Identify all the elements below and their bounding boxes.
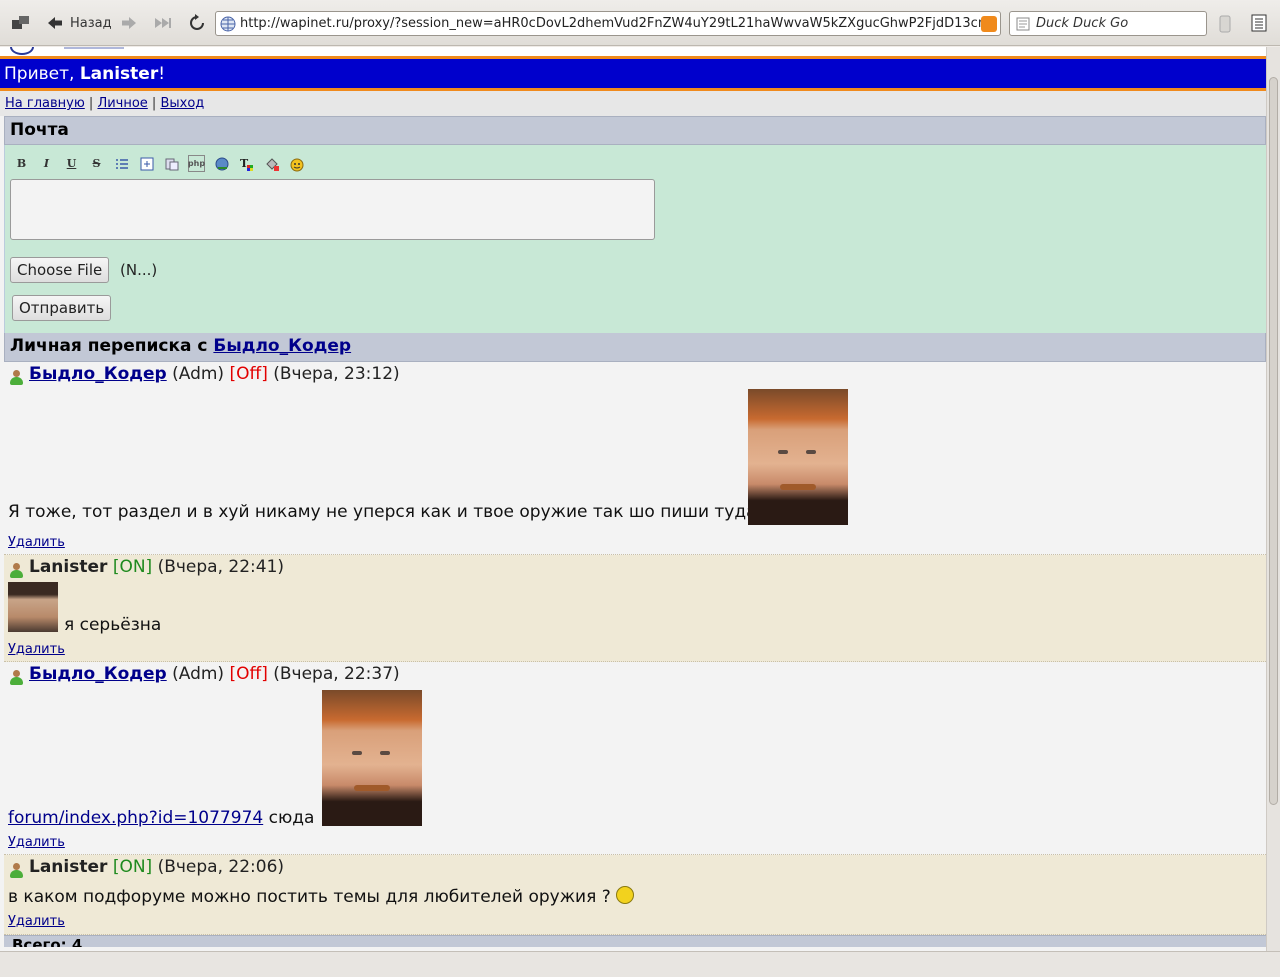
reload-icon[interactable] <box>186 12 208 34</box>
nav-logout-link[interactable]: Выход <box>160 96 204 111</box>
url-icon[interactable] <box>213 155 230 172</box>
greeting-bar: Привет, Lanister! <box>0 59 1266 91</box>
status-bar <box>0 951 1280 977</box>
message-author: Lanister <box>29 557 108 577</box>
message-status: [Off] <box>229 664 268 684</box>
message-text: в каком подфоруме можно постить темы для… <box>8 887 611 907</box>
underline-icon[interactable]: U <box>63 155 80 172</box>
nav-personal-link[interactable]: Личное <box>97 96 147 111</box>
message-item: Lanister [ON] (Вчера, 22:06) в каком под… <box>4 855 1266 935</box>
back-label: Назад <box>70 15 112 31</box>
message-body: forum/index.php?id=1077974 сюда <box>8 807 314 829</box>
search-bar[interactable]: Duck Duck Go <box>1009 11 1207 36</box>
delete-link[interactable]: Удалить <box>8 834 65 852</box>
tabs-menu-icon[interactable] <box>10 12 32 34</box>
forward-icon[interactable] <box>118 12 140 34</box>
message-time: (Вчера, 22:06) <box>157 857 285 877</box>
mail-form: B I U S php T Choose File (N...) Отправи… <box>4 145 1266 333</box>
vertical-scrollbar[interactable] <box>1266 47 1280 951</box>
message-photo[interactable] <box>748 389 848 525</box>
user-icon <box>8 669 25 686</box>
message-item: Быдло_Кодер (Adm) [Off] (Вчера, 22:37) f… <box>4 662 1266 855</box>
bold-icon[interactable]: B <box>13 155 30 172</box>
message-item: Lanister [ON] (Вчера, 22:41) я серьёзна … <box>4 555 1266 662</box>
strike-icon[interactable]: S <box>88 155 105 172</box>
text-color-icon[interactable]: T <box>238 155 255 172</box>
message-item: Быдло_Кодер (Adm) [Off] (Вчера, 23:12) Я… <box>4 362 1266 555</box>
nav-links: На главную | Личное | Выход <box>0 91 1266 116</box>
bg-color-icon[interactable] <box>263 155 280 172</box>
list-icon[interactable] <box>113 155 130 172</box>
page-viewport: Привет, Lanister! На главную | Личное | … <box>0 47 1266 951</box>
file-none-label: (N...) <box>120 261 158 279</box>
greeting-prefix: Привет, <box>4 64 80 84</box>
message-header: Lanister [ON] (Вчера, 22:06) <box>8 855 1266 879</box>
message-author: Lanister <box>29 857 108 877</box>
menu-icon[interactable] <box>1248 12 1270 34</box>
trash-icon[interactable] <box>1214 12 1236 34</box>
message-body: Я тоже, тот раздел и в хуй никаму не упе… <box>8 501 757 523</box>
message-role: (Adm) <box>172 364 225 384</box>
delete-link[interactable]: Удалить <box>8 641 65 659</box>
message-photo[interactable] <box>322 690 422 826</box>
user-icon <box>8 369 25 386</box>
user-avatar[interactable] <box>8 582 58 632</box>
editor-toolbar: B I U S php T <box>13 155 305 172</box>
message-time: (Вчера, 22:41) <box>157 557 285 577</box>
conversation-title: Личная переписка с Быдло_Кодер <box>4 333 1266 362</box>
mail-title: Почта <box>4 116 1266 145</box>
fast-forward-icon[interactable] <box>152 12 174 34</box>
message-status: [Off] <box>229 364 268 384</box>
search-placeholder: Duck Duck Go <box>1036 16 1129 31</box>
scroll-thumb[interactable] <box>1269 77 1278 805</box>
spoiler-icon[interactable] <box>138 155 155 172</box>
message-author-link[interactable]: Быдло_Кодер <box>29 362 167 386</box>
user-icon <box>8 862 25 879</box>
message-header: Lanister [ON] (Вчера, 22:41) <box>8 555 1266 579</box>
message-author-link[interactable]: Быдло_Кодер <box>29 662 167 686</box>
forum-link[interactable]: forum/index.php?id=1077974 <box>8 808 263 828</box>
italic-icon[interactable]: I <box>38 155 55 172</box>
back-button[interactable]: Назад <box>46 9 112 37</box>
site-logo-strip <box>0 47 1266 59</box>
site-logo-text <box>64 47 124 49</box>
message-role: (Adm) <box>172 664 225 684</box>
message-text: сюда <box>263 808 315 828</box>
send-button[interactable]: Отправить <box>12 295 112 321</box>
message-status: [ON] <box>112 857 153 877</box>
delete-link[interactable]: Удалить <box>8 534 65 552</box>
browser-toolbar: Назад http://wapinet.ru/proxy/?session_n… <box>0 0 1280 46</box>
message-time: (Вчера, 22:37) <box>273 664 400 684</box>
message-time: (Вчера, 23:12) <box>273 364 400 384</box>
address-bar[interactable]: http://wapinet.ru/proxy/?session_new=aHR… <box>215 11 1001 36</box>
site-logo-icon[interactable] <box>10 47 34 55</box>
delete-link[interactable]: Удалить <box>8 913 65 931</box>
php-icon[interactable]: php <box>188 155 205 172</box>
message-text: я серьёзна <box>64 615 162 635</box>
choose-file-button[interactable]: Choose File <box>10 257 110 283</box>
message-header: Быдло_Кодер (Adm) [Off] (Вчера, 23:12) <box>8 362 1266 386</box>
greeting-user: Lanister <box>79 64 159 84</box>
conversation-prefix: Личная переписка с <box>10 336 214 356</box>
greeting-suffix: ! <box>158 64 166 84</box>
message-status: [ON] <box>112 557 153 577</box>
message-textarea[interactable] <box>10 179 655 240</box>
smiley-icon[interactable] <box>288 155 305 172</box>
rss-icon[interactable] <box>981 15 997 32</box>
url-text: http://wapinet.ru/proxy/?session_new=aHR… <box>240 16 981 31</box>
globe-icon <box>220 16 236 31</box>
message-body: в каком подфоруме можно постить темы для… <box>8 886 635 908</box>
user-icon <box>8 562 25 579</box>
smiley-icon <box>616 886 635 904</box>
conversation-user-link[interactable]: Быдло_Кодер <box>213 336 351 356</box>
code-icon[interactable] <box>163 155 180 172</box>
nav-home-link[interactable]: На главную <box>5 96 85 111</box>
message-text: Я тоже, тот раздел и в хуй никаму не упе… <box>8 502 757 522</box>
total-count: Всего: 4 <box>4 935 1266 947</box>
message-header: Быдло_Кодер (Adm) [Off] (Вчера, 22:37) <box>8 662 1266 686</box>
search-engine-icon <box>1016 17 1030 30</box>
back-arrow-icon <box>48 17 62 29</box>
